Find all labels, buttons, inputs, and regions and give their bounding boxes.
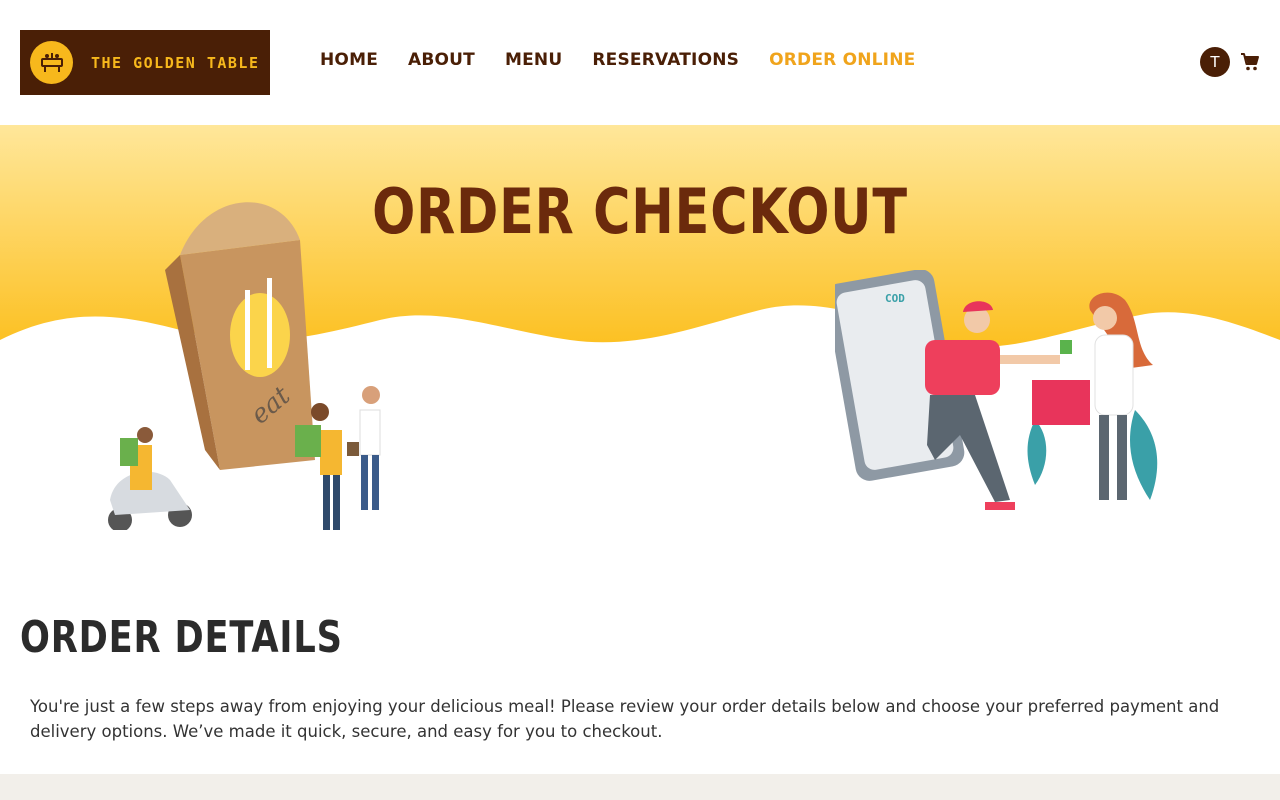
order-details-title: ORDER DETAILS: [20, 612, 343, 663]
nav-order-online[interactable]: ORDER ONLINE: [769, 50, 915, 70]
nav-reservations[interactable]: RESERVATIONS: [592, 50, 739, 70]
cart-icon[interactable]: [1240, 52, 1260, 72]
brand-logo[interactable]: THE GOLDEN TABLE: [20, 30, 270, 95]
nav-home[interactable]: HOME: [320, 50, 378, 70]
next-section-band: [0, 774, 1280, 800]
phone-label: COD: [885, 292, 905, 305]
dining-table-icon: [30, 41, 73, 84]
user-avatar[interactable]: T: [1200, 47, 1230, 77]
hero-banner: ORDER CHECKOUT eat COD: [0, 125, 1280, 555]
nav-menu[interactable]: MENU: [505, 50, 562, 70]
main-nav: HOME ABOUT MENU RESERVATIONS ORDER ONLIN…: [320, 50, 915, 70]
delivery-bag-illustration: eat: [108, 202, 381, 530]
order-details-description: You're just a few steps away from enjoyi…: [30, 697, 1220, 741]
site-header: THE GOLDEN TABLE HOME ABOUT MENU RESERVA…: [0, 0, 1280, 125]
brand-name: THE GOLDEN TABLE: [91, 53, 260, 72]
nav-about[interactable]: ABOUT: [408, 50, 475, 70]
cod-delivery-illustration: COD: [835, 270, 1158, 510]
